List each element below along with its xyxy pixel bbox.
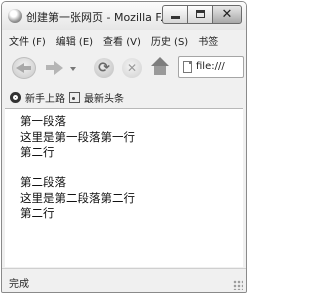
firefox-icon — [8, 9, 22, 23]
maximize-button[interactable] — [187, 5, 213, 24]
reload-button[interactable]: ⟳ — [94, 58, 114, 78]
status-text: 完成 — [9, 279, 29, 290]
bookmark-getting-started[interactable]: 新手上路 — [10, 90, 65, 105]
bookmark-latest-headlines[interactable]: 最新头条 — [69, 90, 124, 105]
bookmark-label: 最新头条 — [84, 94, 124, 105]
paragraph-line: 第二行 — [20, 145, 55, 159]
gear-icon — [10, 92, 21, 103]
menu-view[interactable]: 查看 (V) — [103, 33, 141, 48]
minimize-icon — [171, 16, 180, 19]
close-button[interactable]: ✕ — [212, 5, 242, 24]
browser-window: 创建第一张网页 - Mozilla F... ✕ 文件 (F) 编辑 (E) 查… — [1, 1, 247, 293]
window-controls: ✕ — [162, 5, 242, 25]
status-bar: 完成 — [2, 268, 246, 292]
history-dropdown-icon[interactable] — [70, 67, 76, 71]
stop-button[interactable]: ✕ — [122, 58, 142, 78]
address-bar[interactable]: file:/// — [178, 56, 244, 78]
paragraph-line: 这里是第二段落第二行 — [20, 190, 135, 205]
minimize-button[interactable] — [162, 5, 188, 24]
menu-bookmarks[interactable]: 书签 — [198, 33, 218, 48]
menu-bar: 文件 (F) 编辑 (E) 查看 (V) 历史 (S) 书签 — [2, 30, 246, 50]
window-title: 创建第一张网页 - Mozilla F... — [26, 11, 171, 24]
close-icon: ✕ — [221, 7, 233, 22]
page-icon — [183, 61, 192, 73]
bookmark-label: 新手上路 — [25, 94, 65, 105]
url-text[interactable]: file:/// — [196, 61, 225, 72]
menu-edit[interactable]: 编辑 (E) — [56, 33, 93, 48]
title-bar[interactable]: 创建第一张网页 - Mozilla F... ✕ — [2, 2, 246, 30]
paragraph-2: 第二段落 这里是第二段落第二行 第二行 — [20, 175, 135, 222]
menu-file[interactable]: 文件 (F) — [9, 33, 46, 48]
paragraph-line: 第二行 — [20, 206, 55, 220]
forward-button[interactable] — [46, 59, 66, 77]
home-button[interactable] — [151, 57, 169, 77]
resize-grip[interactable] — [233, 280, 243, 290]
navigation-toolbar: ⟳ ✕ file:/// — [2, 50, 246, 86]
paragraph-line: 这里是第一段落第一行 — [20, 129, 135, 144]
maximize-icon — [196, 10, 205, 18]
page-content: 第一段落 这里是第一段落第一行 第二行 第二段落 这里是第二段落第二行 第二行 — [5, 108, 243, 267]
paragraph-line: 第二段落 — [20, 175, 66, 189]
menu-history[interactable]: 历史 (S) — [151, 33, 188, 48]
paragraph-line: 第一段落 — [20, 114, 66, 128]
paragraph-1: 第一段落 这里是第一段落第一行 第二行 — [20, 114, 135, 161]
bookmarks-toolbar: 新手上路 最新头条 — [2, 86, 246, 108]
back-button[interactable] — [12, 57, 36, 79]
rss-icon — [69, 92, 80, 103]
